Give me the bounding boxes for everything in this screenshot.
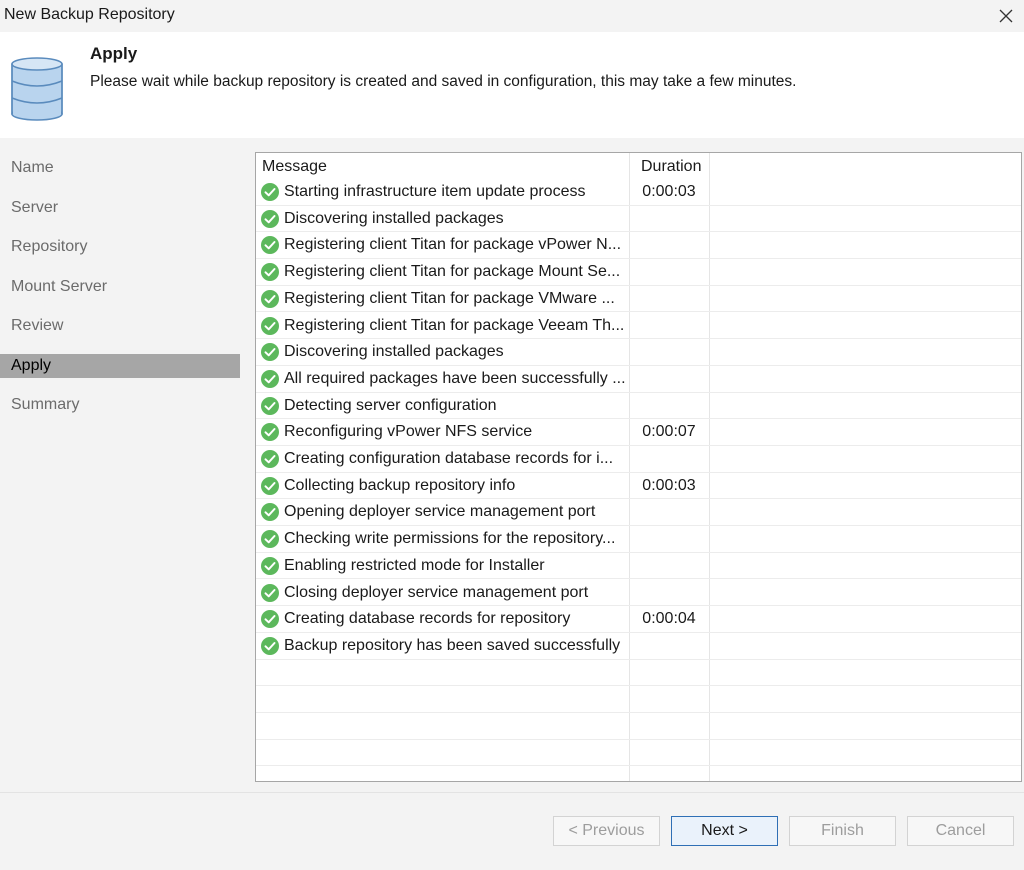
- success-check-icon: [261, 423, 279, 442]
- step-summary[interactable]: Summary: [0, 393, 240, 417]
- log-row[interactable]: Backup repository has been saved success…: [256, 633, 1021, 660]
- close-button[interactable]: [988, 0, 1024, 32]
- log-message: Registering client Titan for package Mou…: [284, 263, 621, 281]
- log-message: Registering client Titan for package vPo…: [284, 236, 622, 254]
- database-icon: [11, 57, 63, 121]
- next-button[interactable]: Next >: [671, 816, 778, 846]
- step-name[interactable]: Name: [0, 156, 240, 180]
- window-title: New Backup Repository: [4, 6, 175, 23]
- success-check-icon: [261, 556, 279, 575]
- log-row[interactable]: Checking write permissions for the repos…: [256, 526, 1021, 553]
- empty-row: [256, 713, 1021, 740]
- success-check-icon: [261, 476, 279, 495]
- log-row[interactable]: Registering client Titan for package Vee…: [256, 313, 1021, 340]
- success-check-icon: [261, 316, 279, 335]
- log-message: Closing deployer service management port: [284, 583, 589, 601]
- log-row[interactable]: Enabling restricted mode for Installer: [256, 553, 1021, 580]
- success-check-icon: [261, 369, 279, 388]
- success-check-icon: [261, 583, 279, 602]
- log-row[interactable]: Detecting server configuration: [256, 393, 1021, 420]
- main-content: Message Duration Starting infrastructure…: [240, 138, 1024, 792]
- success-check-icon: [261, 636, 279, 655]
- log-row[interactable]: All required packages have been successf…: [256, 366, 1021, 393]
- cancel-button[interactable]: Cancel: [907, 816, 1014, 846]
- column-header-duration[interactable]: Duration: [641, 158, 701, 176]
- log-message: Creating database records for repository: [284, 610, 571, 628]
- previous-button[interactable]: < Previous: [553, 816, 660, 846]
- empty-row: [256, 740, 1021, 767]
- success-check-icon: [261, 610, 279, 629]
- log-row[interactable]: Registering client Titan for package VMw…: [256, 286, 1021, 313]
- log-row[interactable]: Reconfiguring vPower NFS service 0:00:07: [256, 419, 1021, 446]
- log-row[interactable]: Creating database records for repository…: [256, 606, 1021, 633]
- page-description: Please wait while backup repository is c…: [90, 73, 797, 90]
- success-check-icon: [261, 450, 279, 468]
- log-message: Registering client Titan for package VMw…: [284, 289, 615, 307]
- log-row[interactable]: Registering client Titan for package Mou…: [256, 259, 1021, 286]
- log-message: Starting infrastructure item update proc…: [284, 183, 586, 200]
- log-message: All required packages have been successf…: [284, 369, 626, 387]
- step-apply[interactable]: Apply: [0, 354, 240, 378]
- log-message: Creating configuration database records …: [284, 450, 614, 467]
- log-duration: 0:00:07: [642, 423, 696, 441]
- wizard-header: Apply Please wait while backup repositor…: [0, 32, 1024, 138]
- log-row[interactable]: Discovering installed packages: [256, 339, 1021, 366]
- finish-button[interactable]: Finish: [789, 816, 896, 846]
- step-server[interactable]: Server: [0, 196, 240, 220]
- progress-log-table[interactable]: Message Duration Starting infrastructure…: [255, 152, 1022, 782]
- log-row[interactable]: Discovering installed packages: [256, 206, 1021, 233]
- column-header-message[interactable]: Message: [262, 158, 327, 176]
- wizard-steps: Name Server Repository Mount Server Revi…: [0, 138, 240, 792]
- log-row[interactable]: Creating configuration database records …: [256, 446, 1021, 473]
- log-message: Detecting server configuration: [284, 396, 497, 414]
- page-title: Apply: [90, 44, 138, 63]
- log-row[interactable]: Opening deployer service management port: [256, 499, 1021, 527]
- step-mount-server[interactable]: Mount Server: [0, 275, 240, 299]
- log-message: Reconfiguring vPower NFS service: [284, 423, 533, 441]
- success-check-icon: [261, 263, 279, 282]
- close-icon: [999, 9, 1013, 23]
- success-check-icon: [261, 343, 279, 362]
- success-check-icon: [261, 530, 279, 549]
- success-check-icon: [261, 209, 279, 228]
- step-review[interactable]: Review: [0, 314, 240, 338]
- step-repository[interactable]: Repository: [0, 235, 240, 259]
- log-message: Opening deployer service management port: [284, 503, 596, 521]
- log-row[interactable]: Closing deployer service management port: [256, 580, 1021, 607]
- log-row[interactable]: Starting infrastructure item update proc…: [256, 179, 1021, 206]
- title-bar: New Backup Repository: [0, 0, 1024, 32]
- success-check-icon: [261, 183, 279, 201]
- success-check-icon: [261, 236, 279, 255]
- empty-row: [256, 686, 1021, 713]
- log-message: Collecting backup repository info: [284, 476, 516, 494]
- log-message: Registering client Titan for package Vee…: [284, 316, 625, 334]
- log-row[interactable]: Registering client Titan for package vPo…: [256, 232, 1021, 260]
- log-duration: 0:00:03: [642, 476, 696, 494]
- log-message: Discovering installed packages: [284, 343, 504, 361]
- log-message: Checking write permissions for the repos…: [284, 530, 616, 548]
- log-message: Enabling restricted mode for Installer: [284, 556, 545, 574]
- success-check-icon: [261, 396, 279, 415]
- log-message: Backup repository has been saved success…: [284, 636, 621, 654]
- table-header: Message Duration: [256, 153, 1021, 179]
- log-row[interactable]: Collecting backup repository info 0:00:03: [256, 473, 1021, 500]
- log-duration: 0:00:04: [642, 610, 696, 628]
- wizard-footer: < Previous Next > Finish Cancel: [0, 792, 1024, 870]
- empty-row: [256, 660, 1021, 687]
- success-check-icon: [261, 289, 279, 308]
- log-message: Discovering installed packages: [284, 209, 504, 227]
- log-duration: 0:00:03: [642, 183, 696, 200]
- success-check-icon: [261, 503, 279, 522]
